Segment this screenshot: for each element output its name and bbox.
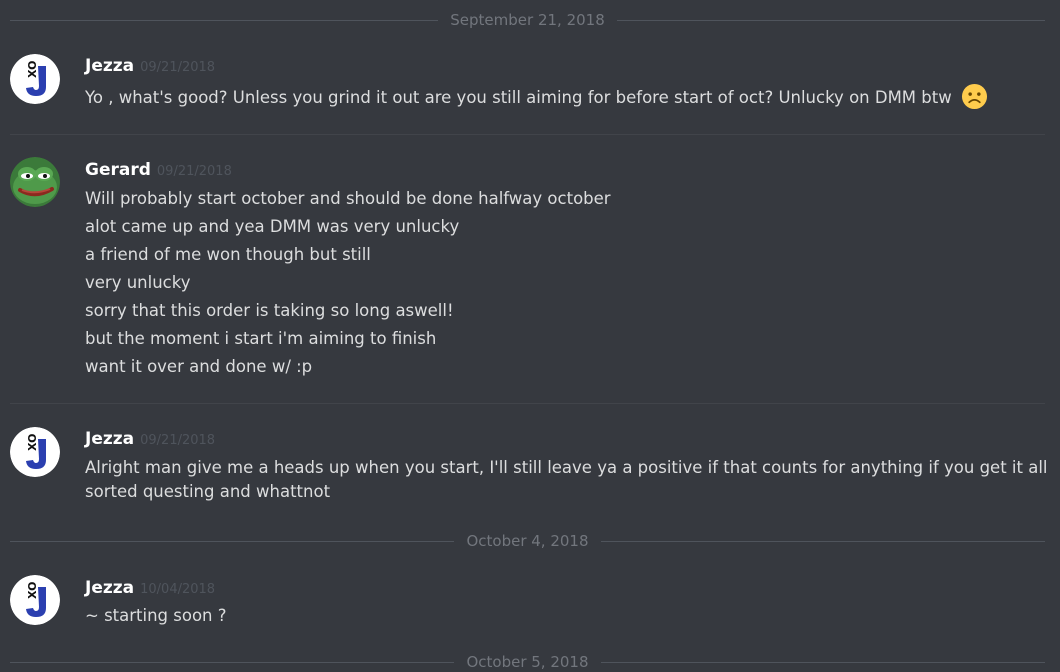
date-divider-label: September 21, 2018 bbox=[450, 11, 605, 29]
timestamp: 09/21/2018 bbox=[140, 60, 216, 75]
date-divider: September 21, 2018 bbox=[10, 10, 1046, 30]
timestamp: 10/04/2018 bbox=[140, 582, 216, 597]
frowning-face-icon bbox=[961, 83, 988, 110]
jezza-avatar-icon: XO bbox=[10, 427, 60, 477]
message-text: very unlucky bbox=[85, 273, 191, 292]
message-line: Yo , what's good? Unless you grind it ou… bbox=[85, 83, 988, 112]
message-separator bbox=[10, 134, 1045, 135]
avatar-glyph: XO bbox=[26, 434, 39, 451]
avatar[interactable] bbox=[10, 157, 60, 207]
message-text: ~ starting soon ? bbox=[85, 606, 227, 625]
message-header: Jezza 09/21/2018 bbox=[85, 56, 215, 76]
message-header: Jezza 09/21/2018 bbox=[85, 429, 215, 449]
date-divider-label: October 4, 2018 bbox=[466, 532, 589, 550]
author-name[interactable]: Jezza bbox=[85, 56, 134, 76]
avatar[interactable]: XO bbox=[10, 575, 60, 625]
avatar-glyph: XO bbox=[26, 582, 39, 599]
message-text: sorry that this order is taking so long … bbox=[85, 301, 454, 320]
message-text: alot came up and yea DMM was very unluck… bbox=[85, 217, 460, 236]
date-divider: October 5, 2018 bbox=[10, 652, 1045, 672]
timestamp: 09/21/2018 bbox=[156, 164, 232, 179]
message-text: Will probably start october and should b… bbox=[85, 189, 611, 208]
timestamp: 09/21/2018 bbox=[140, 433, 216, 448]
frog-avatar-icon bbox=[10, 157, 60, 207]
avatar[interactable]: XO bbox=[10, 54, 60, 104]
jezza-avatar-icon: XO bbox=[10, 575, 60, 625]
author-name[interactable]: Jezza bbox=[85, 429, 134, 449]
author-name[interactable]: Gerard bbox=[85, 160, 151, 180]
message-text: Alright man give me a heads up when you … bbox=[85, 458, 1048, 477]
message-header: Jezza 10/04/2018 bbox=[85, 578, 215, 598]
avatar[interactable]: XO bbox=[10, 427, 60, 477]
author-name[interactable]: Jezza bbox=[85, 578, 134, 598]
date-divider-label: October 5, 2018 bbox=[466, 653, 589, 671]
jezza-avatar-icon: XO bbox=[10, 54, 60, 104]
message-text: want it over and done w/ :p bbox=[85, 357, 313, 376]
message-separator bbox=[10, 403, 1045, 404]
message-text: Yo , what's good? Unless you grind it ou… bbox=[85, 88, 952, 107]
message-header: Gerard 09/21/2018 bbox=[85, 160, 232, 180]
message-text: a friend of me won though but still bbox=[85, 245, 371, 264]
message-text: sorted questing and whattnot bbox=[85, 482, 331, 501]
message-text: but the moment i start i'm aiming to fin… bbox=[85, 329, 437, 348]
date-divider: October 4, 2018 bbox=[10, 531, 1045, 551]
avatar-glyph: XO bbox=[26, 61, 39, 78]
